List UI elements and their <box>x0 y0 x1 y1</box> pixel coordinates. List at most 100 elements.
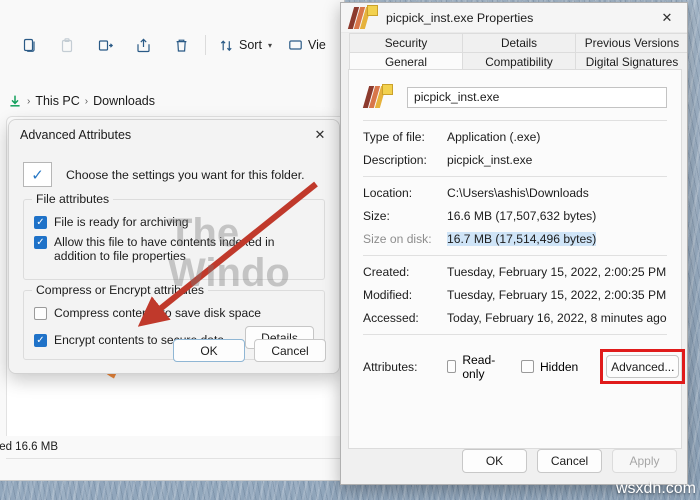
row-description: Description: picpick_inst.exe <box>363 153 667 167</box>
delete-button[interactable] <box>162 29 200 61</box>
sort-icon <box>219 38 234 53</box>
breadcrumb-separator: › <box>27 95 31 107</box>
properties-footer: OK Cancel Apply <box>462 449 677 473</box>
checkbox-row-compress[interactable]: Compress contents to save disk space <box>34 306 314 320</box>
divider-2 <box>363 176 667 177</box>
label-location: Location: <box>363 186 413 200</box>
value-location: C:\Users\ashis\Downloads <box>447 186 589 200</box>
row-modified: Modified: Tuesday, February 15, 2022, 2:… <box>363 288 667 302</box>
advanced-ok-button[interactable]: OK <box>173 339 245 362</box>
checkbox-indexing[interactable]: ✓ <box>34 236 47 249</box>
divider-1 <box>363 120 667 121</box>
checkbox-archiving-label: File is ready for archiving <box>54 215 189 229</box>
share-button[interactable] <box>124 29 162 61</box>
row-size-on-disk: Size on disk: 16.7 MB (17,514,496 bytes) <box>363 232 667 246</box>
picpick-icon <box>347 4 378 31</box>
advanced-button[interactable]: Advanced... <box>606 355 680 378</box>
label-size: Size: <box>363 209 390 223</box>
row-created: Created: Tuesday, February 15, 2022, 2:0… <box>363 265 667 279</box>
value-description: picpick_inst.exe <box>447 153 533 167</box>
properties-title: picpick_inst.exe Properties <box>386 10 534 25</box>
value-accessed: Today, February 16, 2022, 8 minutes ago <box>447 311 667 325</box>
advanced-dialog-titlebar: Advanced Attributes <box>9 120 339 150</box>
label-accessed: Accessed: <box>363 311 419 325</box>
checkbox-read-only-label: Read-only <box>462 352 496 381</box>
value-modified: Tuesday, February 15, 2022, 2:00:35 PM <box>447 288 667 302</box>
breadcrumb-item-downloads[interactable]: Downloads <box>93 94 155 108</box>
downloads-icon <box>8 94 22 108</box>
breadcrumb-item-this-pc[interactable]: This PC <box>35 94 79 108</box>
picpick-chip-icon <box>382 84 393 95</box>
row-size: Size: 16.6 MB (17,507,632 bytes) <box>363 209 667 223</box>
advanced-dialog-title: Advanced Attributes <box>20 128 132 142</box>
checkbox-row-hidden[interactable]: Hidden <box>520 359 579 374</box>
properties-apply-button[interactable]: Apply <box>612 449 677 473</box>
advanced-dialog-header: ✓ Choose the settings you want for this … <box>23 162 325 187</box>
breadcrumb[interactable]: › This PC › Downloads <box>0 88 344 114</box>
checkbox-hidden[interactable] <box>520 360 534 373</box>
checkbox-row-archiving[interactable]: ✓ File is ready for archiving <box>34 215 314 229</box>
chevron-down-icon: ▾ <box>267 40 272 50</box>
view-icon <box>288 38 303 53</box>
advanced-cancel-button[interactable]: Cancel <box>254 339 326 362</box>
advanced-dialog-body: ✓ Choose the settings you want for this … <box>9 150 339 373</box>
checkbox-read-only[interactable] <box>447 360 457 373</box>
rename-button[interactable] <box>86 29 124 61</box>
label-attributes: Attributes: <box>363 359 418 374</box>
row-accessed: Accessed: Today, February 16, 2022, 8 mi… <box>363 311 667 325</box>
breadcrumb-separator-2: › <box>84 95 89 107</box>
file-attributes-title: File attributes <box>32 192 114 206</box>
explorer-toolbar: Sort ▾ Vie <box>0 24 344 66</box>
checkbox-hidden-label: Hidden <box>539 359 579 374</box>
value-size: 16.6 MB (17,507,632 bytes) <box>447 209 597 223</box>
view-label: Vie <box>307 38 326 52</box>
properties-cancel-button[interactable]: Cancel <box>537 449 602 473</box>
properties-name-row: picpick_inst.exe <box>362 84 667 110</box>
label-description: Description: <box>363 153 427 167</box>
row-type-of-file: Type of file: Application (.exe) <box>363 130 667 144</box>
label-type-of-file: Type of file: <box>363 130 425 144</box>
properties-ok-button[interactable]: OK <box>462 449 527 473</box>
paste-button[interactable] <box>48 29 86 61</box>
checkbox-row-indexing[interactable]: ✓ Allow this file to have contents index… <box>34 235 314 263</box>
checkbox-indexing-label: Allow this file to have contents indexed… <box>54 235 275 263</box>
label-size-on-disk: Size on disk: <box>363 232 432 246</box>
sort-label: Sort <box>239 38 262 52</box>
close-icon[interactable]: ✕ <box>301 120 339 150</box>
explorer-status-bar: ted 16.6 MB <box>0 436 344 458</box>
properties-tabstrip: Security Details Previous Versions Gener… <box>341 33 687 71</box>
checkbox-compress-label: Compress contents to save disk space <box>54 306 262 320</box>
tab-security[interactable]: Security <box>349 33 462 52</box>
close-icon[interactable]: ✕ <box>647 3 687 33</box>
row-location: Location: C:\Users\ashis\Downloads <box>363 186 667 200</box>
check-icon: ✓ <box>23 162 52 187</box>
file-attributes-group: File attributes ✓ File is ready for arch… <box>23 192 325 280</box>
checkbox-archiving[interactable]: ✓ <box>34 216 47 229</box>
picpick-file-icon <box>362 84 393 110</box>
picpick-chip-icon <box>367 4 378 16</box>
view-button[interactable]: Vie <box>280 29 334 61</box>
value-type-of-file: Application (.exe) <box>447 130 541 144</box>
toolbar-divider <box>205 35 206 55</box>
copy-button[interactable] <box>10 29 48 61</box>
file-name-input[interactable]: picpick_inst.exe <box>407 86 667 108</box>
properties-general-panel: picpick_inst.exe Type of file: Applicati… <box>348 69 686 449</box>
value-size-on-disk: 16.7 MB (17,514,496 bytes) <box>447 232 597 246</box>
tab-details[interactable]: Details <box>462 33 575 52</box>
checkbox-compress[interactable] <box>34 307 47 320</box>
advanced-button-highlight: Advanced... <box>600 349 686 384</box>
checkbox-encrypt[interactable]: ✓ <box>34 333 47 347</box>
properties-window: picpick_inst.exe Properties ✕ Security D… <box>340 2 688 485</box>
label-created: Created: <box>363 265 410 279</box>
tab-previous-versions[interactable]: Previous Versions <box>575 33 687 52</box>
checkbox-row-read-only[interactable]: Read-only <box>447 353 499 381</box>
properties-tabrow-top: Security Details Previous Versions <box>341 33 687 52</box>
value-created: Tuesday, February 15, 2022, 2:00:25 PM <box>447 265 667 279</box>
label-modified: Modified: <box>363 288 413 302</box>
divider-3 <box>363 255 667 256</box>
attributes-row: Attributes: Read-only Hidden Advanced... <box>363 349 686 384</box>
sort-button[interactable]: Sort ▾ <box>211 29 280 61</box>
advanced-dialog-header-text: Choose the settings you want for this fo… <box>66 167 305 182</box>
properties-titlebar: picpick_inst.exe Properties <box>341 3 687 33</box>
status-text: ted 16.6 MB <box>0 441 59 453</box>
